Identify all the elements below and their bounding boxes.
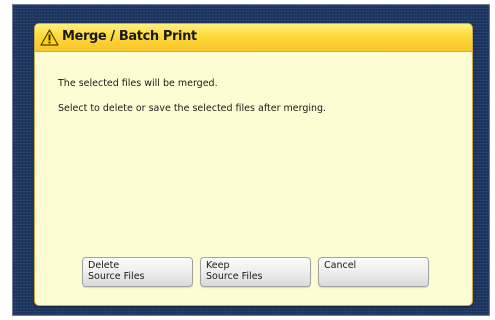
warning-icon [40, 29, 59, 46]
delete-source-files-button[interactable]: Delete Source Files [82, 257, 193, 287]
dialog-titlebar: Merge / Batch Print [35, 24, 472, 52]
message-line-2: Select to delete or save the selected fi… [58, 103, 327, 114]
keep-source-files-button[interactable]: Keep Source Files [200, 257, 311, 287]
screen-background: Merge / Batch Print The selected files w… [12, 4, 490, 316]
merge-batch-print-dialog: Merge / Batch Print The selected files w… [34, 23, 473, 306]
cancel-button[interactable]: Cancel [318, 257, 429, 287]
delete-button-label-line2: Source Files [88, 271, 145, 282]
delete-button-label-line1: Delete [88, 260, 120, 271]
cancel-button-label: Cancel [324, 260, 357, 271]
dialog-title: Merge / Batch Print [62, 29, 197, 44]
keep-button-label-line1: Keep [206, 260, 230, 271]
message-line-1: The selected files will be merged. [58, 78, 218, 89]
keep-button-label-line2: Source Files [206, 271, 263, 282]
